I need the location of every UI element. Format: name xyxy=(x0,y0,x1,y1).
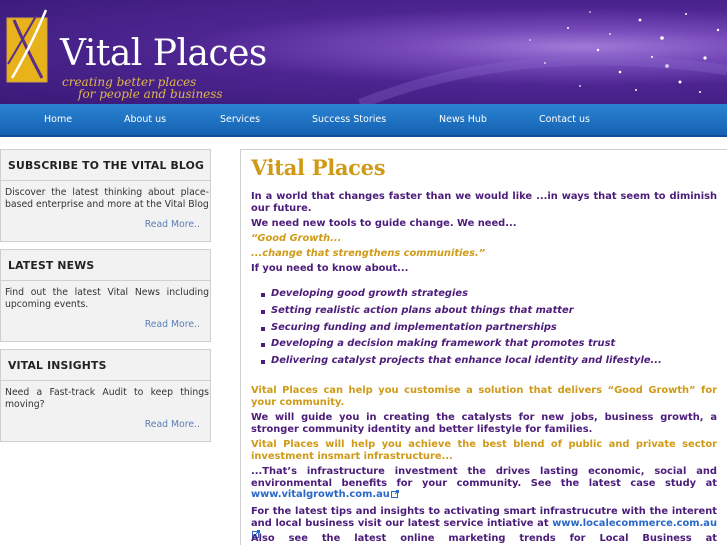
infrastructure-text: ...That’s infrastructure investment the … xyxy=(251,466,717,489)
infrastructure-paragraph: ...That’s infrastructure investment the … xyxy=(251,466,717,501)
sidebar-box-blog: SUBSCRIBE TO THE VITAL BLOG Discover the… xyxy=(0,149,211,242)
sidebar-divider xyxy=(1,180,210,181)
nav-news-hub[interactable]: News Hub xyxy=(439,104,487,135)
nav-home[interactable]: Home xyxy=(44,104,72,135)
sidebar-box-title: LATEST NEWS xyxy=(8,259,95,272)
sidebar-box-news: LATEST NEWS Find out the latest Vital Ne… xyxy=(0,249,211,342)
external-link-icon xyxy=(390,490,399,498)
vital-places-logo[interactable] xyxy=(6,8,52,84)
read-more-link[interactable]: Read More.. xyxy=(145,219,200,230)
brand-name: Vital Places xyxy=(60,33,267,74)
nav-about-us[interactable]: About us xyxy=(124,104,166,135)
list-item: Developing a decision making framework t… xyxy=(261,336,711,353)
read-more-link[interactable]: Read More.. xyxy=(145,319,200,330)
services-list: Developing good growth strategies Settin… xyxy=(261,286,711,370)
nav-success-stories[interactable]: Success Stories xyxy=(312,104,386,135)
sidebar-box-text: Find out the latest Vital News including… xyxy=(5,287,209,310)
if-you-need-text: If you need to know about... xyxy=(251,263,409,274)
list-item: Delivering catalyst projects that enhanc… xyxy=(261,353,711,370)
sidebar-box-insights: VITAL INSIGHTS Need a Fast-track Audit t… xyxy=(0,349,211,442)
site-header: Vital Places creating better places for … xyxy=(0,0,727,104)
main-nav: Home About us Services Success Stories N… xyxy=(0,104,727,137)
nav-contact-us[interactable]: Contact us xyxy=(539,104,590,135)
sidebar-box-text: Need a Fast-track Audit to keep things m… xyxy=(5,387,209,410)
sidebar-divider xyxy=(1,380,210,381)
main-content: Vital Places In a world that changes fas… xyxy=(240,149,727,545)
localecommerce-link[interactable]: www.localecommerce.com.au xyxy=(552,518,717,529)
customise-paragraph: Vital Places can help you customise a so… xyxy=(251,385,717,408)
sidebar-box-title: VITAL INSIGHTS xyxy=(8,359,107,372)
also-see-paragraph: Also see the latest online marketing tre… xyxy=(251,533,717,544)
list-item: Setting realistic action plans about thi… xyxy=(261,303,711,320)
good-growth-quote: “Good Growth... xyxy=(251,233,342,244)
sidebar-box-text: Discover the latest thinking about place… xyxy=(5,187,209,210)
blend-paragraph: Vital Places will help you achieve the b… xyxy=(251,439,717,462)
need-tools-text: We need new tools to guide change. We ne… xyxy=(251,218,517,229)
guide-paragraph: We will guide you in creating the cataly… xyxy=(251,412,717,435)
list-item: Securing funding and implementation part… xyxy=(261,320,711,337)
sidebar-box-title: SUBSCRIBE TO THE VITAL BLOG xyxy=(8,159,205,172)
read-more-link[interactable]: Read More.. xyxy=(145,419,200,430)
intro-paragraph: In a world that changes faster than we w… xyxy=(251,191,717,214)
tagline-line2: for people and business xyxy=(78,87,223,101)
vitalgrowth-link[interactable]: www.vitalgrowth.com.au xyxy=(251,489,390,500)
page-title: Vital Places xyxy=(251,155,386,180)
list-item: Developing good growth strategies xyxy=(261,286,711,303)
change-quote: ...change that strengthens communities.” xyxy=(251,248,486,259)
nav-services[interactable]: Services xyxy=(220,104,260,135)
sidebar-divider xyxy=(1,280,210,281)
